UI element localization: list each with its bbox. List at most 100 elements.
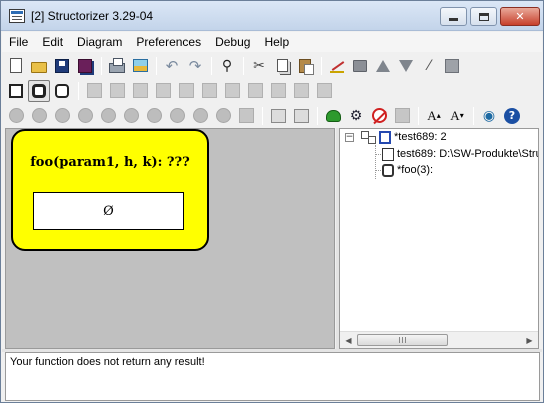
endless-loop-icon	[224, 83, 240, 98]
print-button[interactable]	[106, 55, 128, 77]
arranger-index-tree[interactable]: − *test689: 2 test689: D:\SW-Produkte\St…	[339, 128, 539, 349]
title-bar[interactable]: [2] Structorizer 3.29-04 ✕	[1, 1, 543, 31]
color-10-button[interactable]	[235, 105, 257, 127]
toolbar-separator	[156, 56, 157, 75]
open-button[interactable]	[28, 55, 50, 77]
move-down-button[interactable]	[395, 55, 417, 77]
add-for-button[interactable]	[152, 80, 174, 102]
add-call-button[interactable]	[244, 80, 266, 102]
includable-frame-button[interactable]	[51, 80, 73, 102]
struktogramm-button[interactable]	[267, 105, 289, 127]
save-button[interactable]	[51, 55, 73, 77]
while-loop-icon	[178, 83, 194, 98]
analyser-button[interactable]	[391, 105, 413, 127]
color-3-icon	[77, 108, 93, 123]
copy-button[interactable]	[271, 55, 293, 77]
cut-icon: ✂	[253, 57, 265, 74]
add-while-button[interactable]	[175, 80, 197, 102]
maximize-button[interactable]	[470, 7, 497, 26]
scroll-left-icon[interactable]: ◀	[340, 332, 357, 348]
add-repeat-button[interactable]	[198, 80, 220, 102]
structorizer-app-icon	[9, 9, 25, 23]
color-8-button[interactable]	[189, 105, 211, 127]
add-jump-button[interactable]	[267, 80, 289, 102]
case-icon	[132, 83, 148, 98]
add-try-button[interactable]	[313, 80, 335, 102]
font-up-button[interactable]: A ▴	[423, 105, 445, 127]
color-10-icon	[238, 108, 254, 123]
move-up-button[interactable]	[372, 55, 394, 77]
color-2-button[interactable]	[51, 105, 73, 127]
save-all-button[interactable]	[74, 55, 96, 77]
diagram-canvas[interactable]: foo(param1, h, k): ??? Ø	[5, 128, 335, 349]
menu-edit[interactable]: Edit	[35, 32, 70, 52]
cut-button[interactable]: ✂	[248, 55, 270, 77]
add-forever-button[interactable]	[221, 80, 243, 102]
scroll-right-icon[interactable]: ▶	[521, 332, 538, 348]
diagram-header[interactable]: foo(param1, h, k): ???	[13, 155, 207, 170]
tree-root-label: *test689: 2	[394, 131, 447, 143]
help-icon: ?	[504, 107, 520, 124]
color-4-button[interactable]	[97, 105, 119, 127]
collapse-button[interactable]	[441, 55, 463, 77]
add-parallel-button[interactable]	[290, 80, 312, 102]
move-up-icon	[376, 59, 390, 72]
window-title: [2] Structorizer 3.29-04	[31, 9, 154, 23]
color-9-button[interactable]	[212, 105, 234, 127]
turtleizer-button[interactable]	[322, 105, 344, 127]
color-9-icon	[215, 108, 231, 123]
undo-button[interactable]: ↶	[161, 55, 183, 77]
redo-button[interactable]: ↷	[184, 55, 206, 77]
help-button[interactable]: ?	[501, 105, 523, 127]
horizontal-scrollbar[interactable]: ◀ ▶	[340, 331, 538, 348]
magic-wand-button[interactable]: ⁄	[418, 55, 440, 77]
analyser-message-pane[interactable]: Your function does not return any result…	[5, 352, 540, 401]
subroutine-frame-button[interactable]	[28, 79, 50, 102]
undo-icon: ↶	[165, 56, 179, 75]
menu-preferences[interactable]: Preferences	[129, 32, 208, 52]
mini-diagram-button[interactable]	[290, 105, 312, 127]
subroutine-diagram[interactable]: foo(param1, h, k): ??? Ø	[11, 129, 209, 251]
find-button[interactable]: ⚲	[216, 55, 238, 77]
close-button[interactable]: ✕	[500, 7, 540, 26]
color-7-button[interactable]	[166, 105, 188, 127]
transmute-button[interactable]	[349, 55, 371, 77]
export-picture-button[interactable]	[129, 55, 151, 77]
color-6-button[interactable]	[143, 105, 165, 127]
executor-button[interactable]: ⚙	[345, 105, 367, 127]
toolbar-separator	[317, 106, 318, 125]
tree-item-foo[interactable]: *foo(3):	[382, 162, 433, 178]
new-button[interactable]	[5, 55, 27, 77]
empty-element[interactable]: Ø	[33, 192, 184, 230]
add-case-button[interactable]	[129, 80, 151, 102]
color-3-button[interactable]	[74, 105, 96, 127]
menu-help[interactable]: Help	[257, 32, 296, 52]
font-down-button[interactable]: A ▾	[446, 105, 468, 127]
tree-root-row[interactable]: *test689: 2	[360, 129, 447, 145]
color-5-button[interactable]	[120, 105, 142, 127]
program-frame-button[interactable]	[5, 80, 27, 102]
color-4-icon	[100, 108, 116, 123]
instruction-icon	[86, 83, 102, 98]
analyser-message[interactable]: Your function does not return any result…	[10, 356, 205, 368]
tree-item-main-program[interactable]: test689: D:\SW-Produkte\Structorizer	[382, 146, 538, 162]
program-frame-icon	[9, 83, 23, 98]
preview-button[interactable]: ◉	[478, 105, 500, 127]
redo-icon: ↷	[188, 56, 202, 75]
add-alternative-button[interactable]	[106, 80, 128, 102]
paste-button[interactable]	[294, 55, 316, 77]
clear-breakpoints-button[interactable]	[368, 105, 390, 127]
color-0-button[interactable]	[5, 105, 27, 127]
edit-element-button[interactable]	[326, 55, 348, 77]
font-down-arrow-icon: ▾	[459, 111, 464, 120]
add-instruction-button[interactable]	[83, 80, 105, 102]
menu-file[interactable]: File	[2, 32, 35, 52]
menu-debug[interactable]: Debug	[208, 32, 257, 52]
menu-diagram[interactable]: Diagram	[70, 32, 129, 52]
minimize-button[interactable]	[440, 7, 467, 26]
scroll-thumb[interactable]	[357, 334, 448, 346]
analyser-icon	[394, 108, 410, 123]
color-0-icon	[8, 108, 24, 123]
collapse-toggle[interactable]: −	[345, 133, 354, 142]
color-1-button[interactable]	[28, 105, 50, 127]
